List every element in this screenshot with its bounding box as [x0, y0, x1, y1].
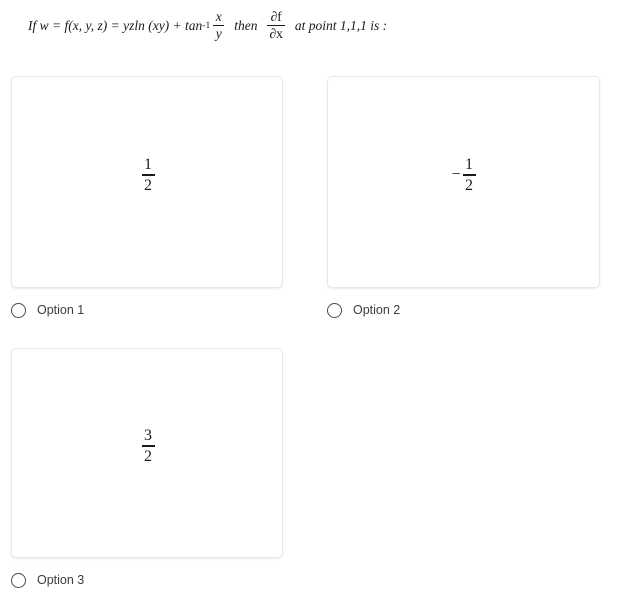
- option-2-sign: −: [451, 165, 461, 183]
- radio-option-3[interactable]: Option 3: [11, 569, 84, 591]
- question-stem: If w = f(x, y, z) = yzln (xy) + tan -1 x …: [0, 0, 628, 56]
- option-1-fraction: 1 2: [141, 155, 155, 194]
- option-card-2[interactable]: − 1 2: [327, 76, 600, 288]
- radio-button-icon[interactable]: [11, 572, 26, 588]
- radio-option-1[interactable]: Option 1: [11, 299, 84, 321]
- radio-button-icon[interactable]: [11, 302, 26, 318]
- option-1-numerator: 1: [144, 155, 152, 173]
- question-suffix: at point 1,1,1 is :: [294, 17, 388, 33]
- radio-option-3-label: Option 3: [37, 573, 85, 587]
- radio-option-2[interactable]: Option 2: [327, 299, 400, 321]
- option-1-answer: 1 2: [140, 156, 155, 194]
- radio-button-icon[interactable]: [327, 302, 342, 318]
- option-1-denominator: 2: [144, 176, 152, 194]
- radio-option-1-label: Option 1: [37, 303, 85, 317]
- option-3-denominator: 2: [144, 447, 152, 465]
- arctan-fraction-denominator: y: [215, 26, 222, 42]
- arctan-argument-fraction: x y: [213, 9, 225, 42]
- question-formula: If w = f(x, y, z) = yzln (xy) + tan -1 x …: [28, 9, 388, 42]
- radio-option-2-label: Option 2: [353, 303, 401, 317]
- partial-fraction-denominator: ∂x: [269, 26, 283, 42]
- question-prefix: If w = f(x, y, z) = yzln (xy) + tan: [28, 17, 203, 33]
- option-card-1[interactable]: 1 2: [11, 76, 283, 288]
- option-card-3[interactable]: 3 2: [11, 348, 283, 558]
- partial-fraction-numerator: ∂f: [270, 9, 282, 24]
- question-connector: then: [234, 17, 258, 33]
- option-3-numerator: 3: [144, 426, 152, 444]
- option-2-denominator: 2: [465, 176, 474, 194]
- option-3-fraction: 3 2: [141, 426, 155, 465]
- partial-derivative-fraction: ∂f ∂x: [267, 9, 285, 42]
- arctan-fraction-numerator: x: [215, 9, 222, 24]
- option-2-fraction: 1 2: [462, 155, 476, 194]
- option-2-numerator: 1: [465, 155, 474, 173]
- option-2-answer: − 1 2: [451, 155, 476, 194]
- option-3-answer: 3 2: [140, 427, 155, 465]
